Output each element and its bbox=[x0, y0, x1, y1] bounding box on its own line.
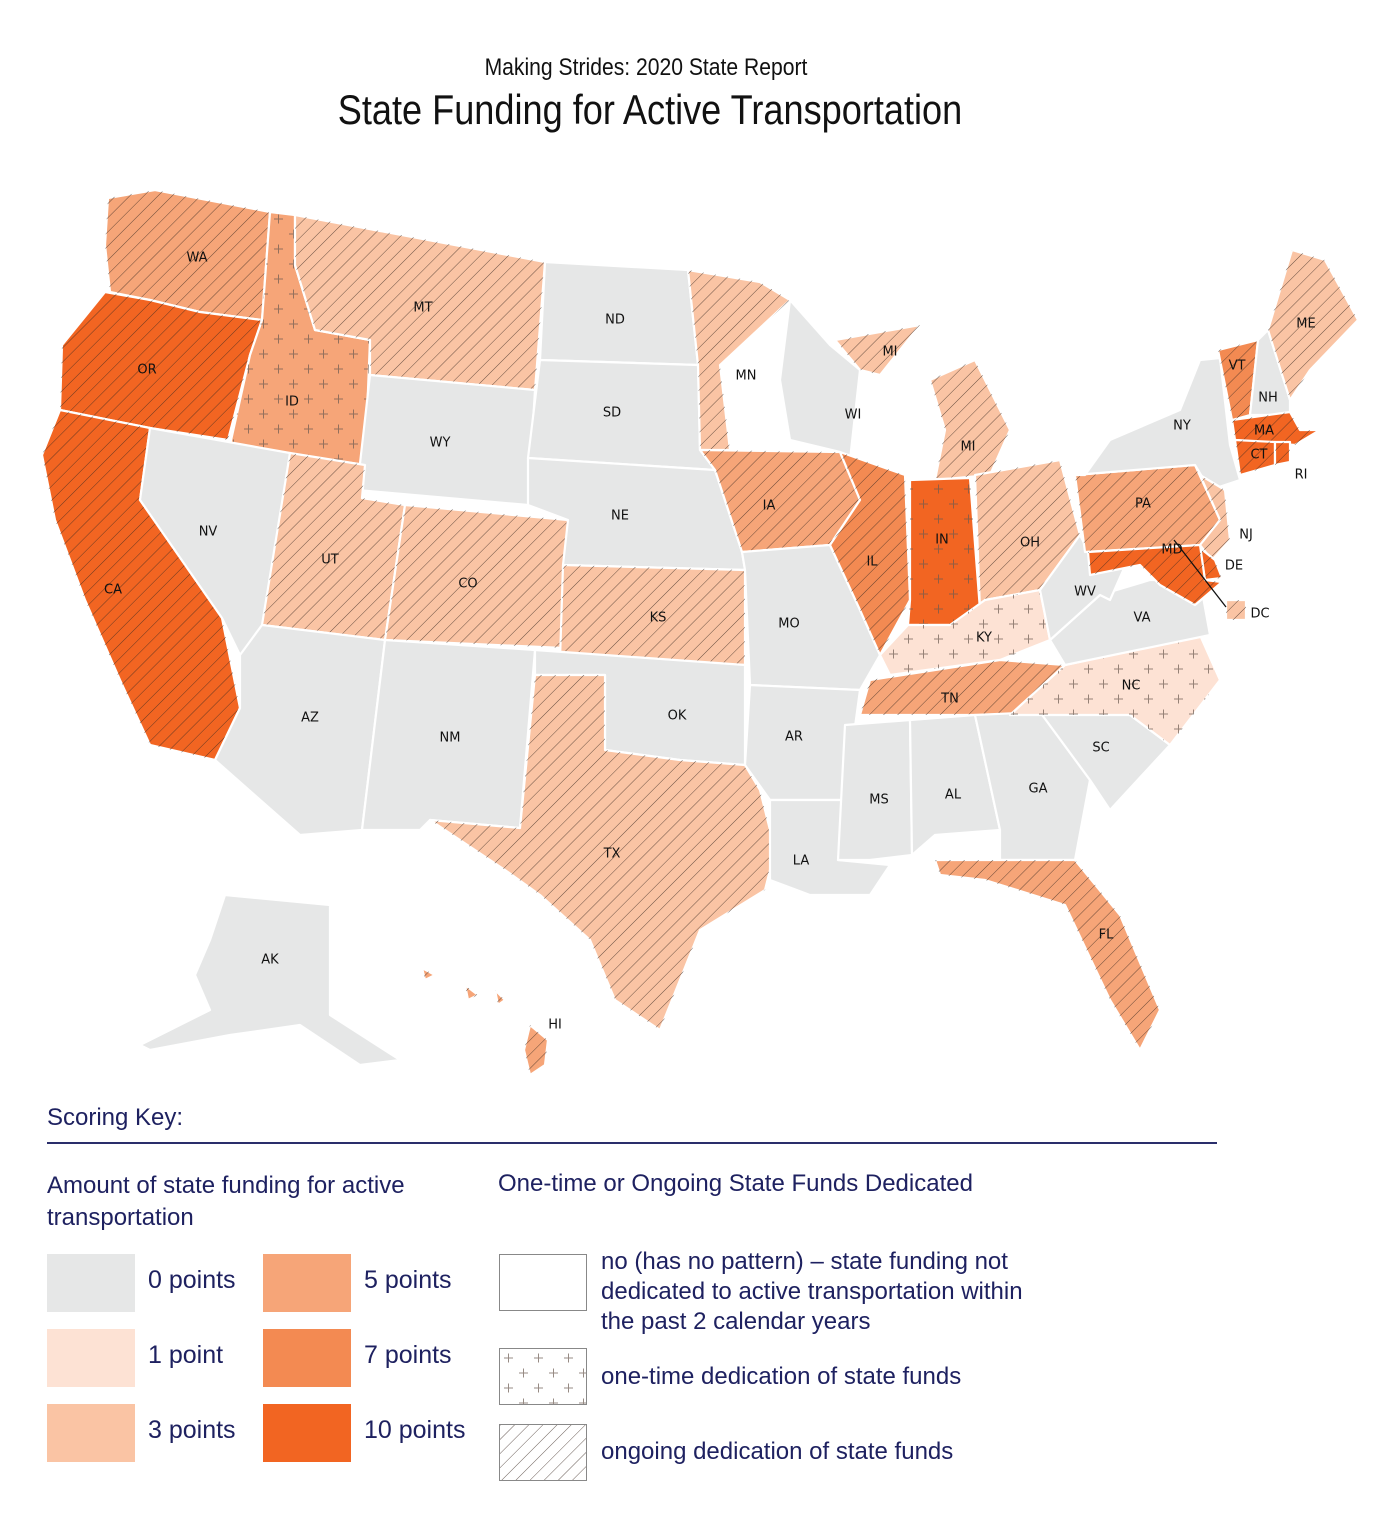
state-sd[interactable] bbox=[526, 358, 717, 472]
state-mn[interactable] bbox=[686, 268, 792, 452]
state-label-ok: OK bbox=[668, 709, 687, 724]
dedication-legend-title: One-time or Ongoing State Funds Dedicate… bbox=[498, 1170, 973, 1197]
state-label-or: OR bbox=[137, 363, 156, 378]
state-label-ms: MS bbox=[869, 793, 888, 808]
us-map: WA OR CA ID NV MT WY UT AZ CO NM ND SD NE KS OK TX MN IA MO… bbox=[40, 188, 1360, 1077]
legend-swatch-no-pattern bbox=[499, 1254, 587, 1311]
state-az[interactable] bbox=[213, 623, 387, 837]
legend-swatch-10-points bbox=[263, 1404, 351, 1462]
state-label-ky: KY bbox=[976, 631, 992, 646]
state-label-nh: NH bbox=[1258, 391, 1278, 406]
legend-label-3-points: 3 points bbox=[148, 1416, 236, 1444]
state-label-ct: CT bbox=[1250, 448, 1267, 463]
state-label-va: VA bbox=[1134, 611, 1151, 626]
state-label-ny: NY bbox=[1173, 419, 1191, 434]
state-label-ga: GA bbox=[1029, 782, 1048, 797]
state-label-mo: MO bbox=[778, 617, 799, 632]
legend-label-10-points: 10 points bbox=[364, 1416, 466, 1444]
state-in[interactable] bbox=[906, 476, 982, 627]
state-label-ak: AK bbox=[261, 953, 279, 968]
state-label-hi: HI bbox=[548, 1018, 562, 1033]
state-label-ne: NE bbox=[611, 509, 629, 524]
legend-swatch-3-points bbox=[47, 1404, 135, 1462]
state-label-il: IL bbox=[866, 555, 878, 570]
legend-swatch-1-points bbox=[47, 1329, 135, 1387]
state-wi[interactable] bbox=[778, 298, 862, 462]
state-label-md: MD bbox=[1161, 543, 1182, 558]
legend-swatch-one-time bbox=[499, 1348, 587, 1405]
state-label-mi: MI bbox=[960, 440, 975, 455]
legend-label-one-time: one-time dedication of state funds bbox=[601, 1363, 962, 1390]
state-label-dc: DC bbox=[1250, 607, 1269, 622]
legend-label-5-points: 5 points bbox=[364, 1266, 452, 1294]
state-hi[interactable] bbox=[420, 966, 550, 1077]
state-label-ar: AR bbox=[785, 730, 803, 745]
state-ri[interactable] bbox=[1273, 440, 1292, 467]
state-label-fl: FL bbox=[1099, 928, 1114, 943]
states-layer bbox=[40, 188, 1360, 1077]
state-label-de: DE bbox=[1225, 559, 1243, 574]
state-label-in: IN bbox=[935, 533, 949, 548]
state-label-nm: NM bbox=[440, 731, 461, 746]
state-label-ca: CA bbox=[104, 583, 122, 598]
state-label-ma: MA bbox=[1254, 424, 1274, 439]
state-label-mn: MN bbox=[736, 369, 757, 384]
state-label-la: LA bbox=[793, 854, 810, 869]
state-label-me: ME bbox=[1296, 317, 1315, 332]
scoring-key-title: Scoring Key: bbox=[47, 1104, 184, 1131]
state-label-mi: MI bbox=[882, 345, 897, 360]
legend-label-7-points: 7 points bbox=[364, 1341, 452, 1369]
state-label-sd: SD bbox=[603, 406, 621, 421]
state-label-nc: NC bbox=[1122, 679, 1141, 694]
state-label-wa: WA bbox=[186, 251, 207, 266]
state-label-nd: ND bbox=[605, 313, 625, 328]
state-label-id: ID bbox=[285, 395, 299, 410]
state-label-nj: NJ bbox=[1239, 528, 1253, 543]
legend-label-0-points: 0 points bbox=[148, 1266, 236, 1294]
state-label-nv: NV bbox=[199, 525, 218, 540]
state-label-wi: WI bbox=[845, 408, 862, 423]
legend-swatch-7-points bbox=[263, 1329, 351, 1387]
state-mi[interactable] bbox=[833, 323, 1012, 482]
legend-swatch-0-points bbox=[47, 1254, 135, 1312]
state-dc[interactable] bbox=[1224, 598, 1248, 622]
state-label-pa: PA bbox=[1135, 497, 1151, 512]
state-label-tn: TN bbox=[940, 692, 959, 707]
state-label-ri: RI bbox=[1295, 468, 1308, 483]
legend-swatch-5-points bbox=[263, 1254, 351, 1312]
legend-label-ongoing: ongoing dedication of state funds bbox=[601, 1438, 954, 1465]
state-fl[interactable] bbox=[933, 858, 1162, 1052]
scoring-key-divider bbox=[47, 1142, 1217, 1144]
state-label-wv: WV bbox=[1074, 585, 1096, 600]
state-label-ia: IA bbox=[763, 499, 776, 514]
state-label-co: CO bbox=[458, 577, 477, 592]
state-label-wy: WY bbox=[430, 436, 451, 451]
amount-legend-title: Amount of state funding for active trans… bbox=[47, 1172, 405, 1231]
legend-label-1-points: 1 point bbox=[148, 1341, 224, 1369]
state-label-sc: SC bbox=[1092, 741, 1109, 756]
state-ms[interactable] bbox=[836, 718, 914, 862]
state-label-ks: KS bbox=[650, 611, 667, 626]
state-label-oh: OH bbox=[1020, 536, 1040, 551]
state-label-az: AZ bbox=[301, 711, 319, 726]
state-label-ut: UT bbox=[321, 553, 339, 568]
state-label-tx: TX bbox=[603, 847, 621, 862]
legend-swatch-ongoing bbox=[499, 1424, 587, 1481]
state-label-al: AL bbox=[945, 788, 962, 803]
state-label-mt: MT bbox=[413, 301, 432, 316]
state-ak[interactable] bbox=[138, 893, 402, 1067]
legend-label-no-pattern: no (has no pattern) – state funding not … bbox=[601, 1248, 1023, 1335]
state-label-vt: VT bbox=[1229, 359, 1246, 374]
